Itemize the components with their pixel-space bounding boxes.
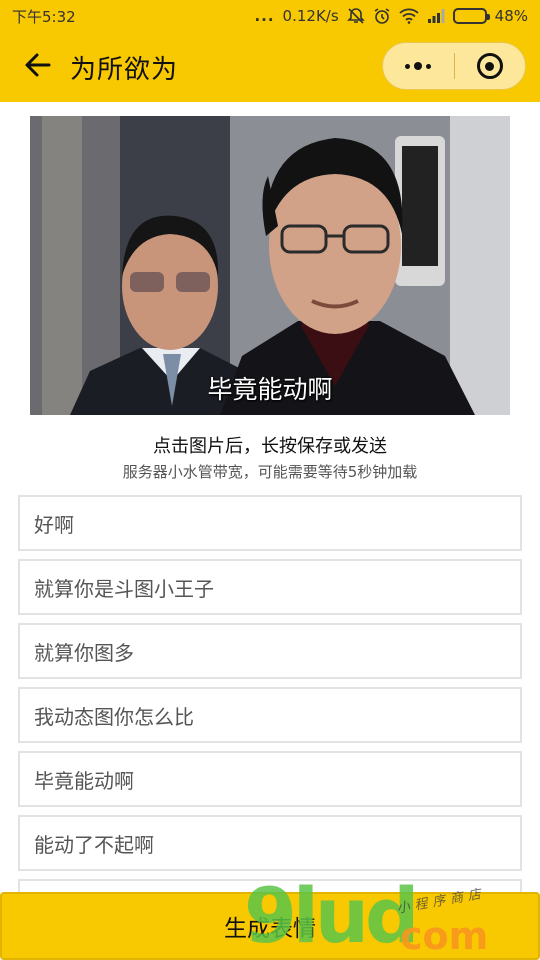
bandwidth-hint: 服务器小水管带宽，可能需要等待5秒钟加载: [122, 463, 418, 481]
line-6-field[interactable]: [18, 815, 522, 871]
close-button[interactable]: [455, 43, 526, 89]
line-5-field[interactable]: [18, 751, 522, 807]
battery-percent: 48%: [494, 7, 528, 25]
line-4-field[interactable]: [18, 687, 522, 743]
mute-icon: [346, 7, 365, 25]
battery-icon: [452, 8, 490, 24]
mini-program-capsule: [382, 42, 526, 90]
status-bar: 下午5:32 ... 0.12K/s 48%: [0, 0, 540, 32]
arrow-left-icon: [24, 51, 52, 83]
signal-icon: [427, 8, 445, 24]
more-dots-icon: [405, 62, 432, 70]
more-button[interactable]: [383, 43, 454, 89]
line-2-field[interactable]: [18, 559, 522, 615]
save-hint: 点击图片后，长按保存或发送: [153, 436, 387, 457]
meme-image[interactable]: [30, 116, 510, 415]
back-button[interactable]: [16, 45, 60, 89]
alarm-icon: [373, 7, 391, 25]
line-3-field[interactable]: [18, 623, 522, 679]
page-title: 为所欲为: [70, 54, 179, 85]
target-circle-icon: [476, 53, 503, 79]
status-time: 下午5:32: [12, 7, 76, 26]
generate-button-label: 生成表情: [224, 916, 316, 942]
wifi-icon: [399, 8, 419, 24]
line-1-field[interactable]: [18, 495, 522, 551]
status-more: ...: [254, 7, 275, 25]
network-speed: 0.12K/s: [282, 7, 339, 25]
generate-button[interactable]: 生成表情: [0, 892, 540, 960]
title-bar: 为所欲为: [0, 32, 540, 102]
